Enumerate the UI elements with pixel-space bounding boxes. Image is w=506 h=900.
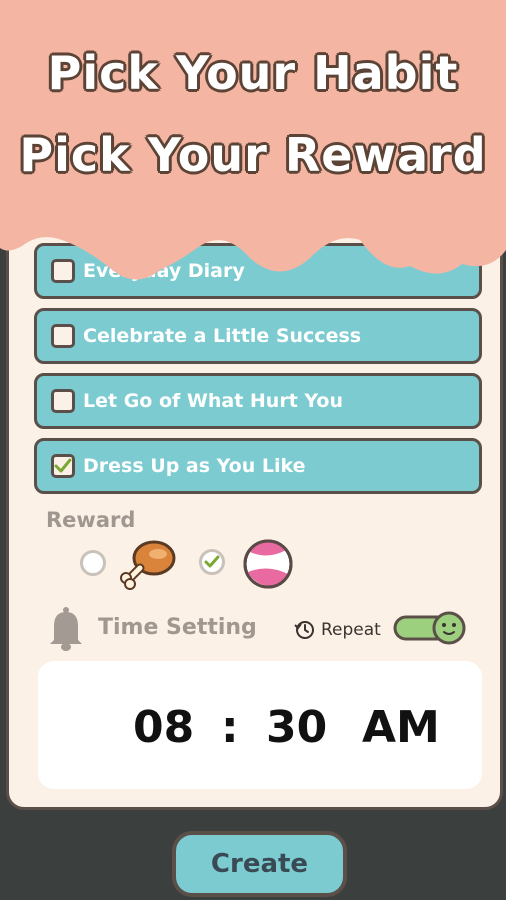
repeat-clock-icon (294, 621, 314, 639)
header-title-line2: Pick Your Reward (19, 128, 487, 182)
bell-icon (46, 606, 86, 656)
checkbox-unchecked-icon[interactable] (51, 389, 75, 413)
habit-item-let-go[interactable]: Let Go of What Hurt You (34, 373, 482, 429)
checkbox-unchecked-icon[interactable] (51, 324, 75, 348)
header-title-line1: Pick Your Habit (47, 46, 459, 100)
time-separator: : (221, 702, 239, 753)
reward-radio-chicken[interactable] (80, 550, 106, 576)
repeat-label: Repeat (321, 620, 381, 640)
habit-label: Let Go of What Hurt You (83, 390, 343, 412)
reward-label: Reward (46, 508, 136, 532)
create-button[interactable]: Create (172, 831, 347, 897)
habit-item-celebrate-success[interactable]: Celebrate a Little Success (34, 308, 482, 364)
habit-label: Celebrate a Little Success (83, 325, 362, 347)
period-value[interactable]: AM (362, 702, 440, 753)
hour-value[interactable]: 08 (133, 702, 194, 753)
time-setting-label: Time Setting (98, 615, 257, 640)
minute-value[interactable]: 30 (266, 702, 327, 753)
habit-item-dress-up[interactable]: Dress Up as You Like (34, 438, 482, 494)
habit-label: Dress Up as You Like (83, 455, 306, 477)
beach-ball-icon[interactable] (242, 538, 294, 594)
checkbox-checked-icon[interactable] (51, 454, 75, 478)
chicken-drumstick-icon[interactable] (120, 538, 178, 594)
reward-radio-ball-selected[interactable] (199, 549, 225, 575)
repeat-toggle[interactable] (393, 611, 467, 645)
repeat-control[interactable]: Repeat (294, 619, 381, 641)
